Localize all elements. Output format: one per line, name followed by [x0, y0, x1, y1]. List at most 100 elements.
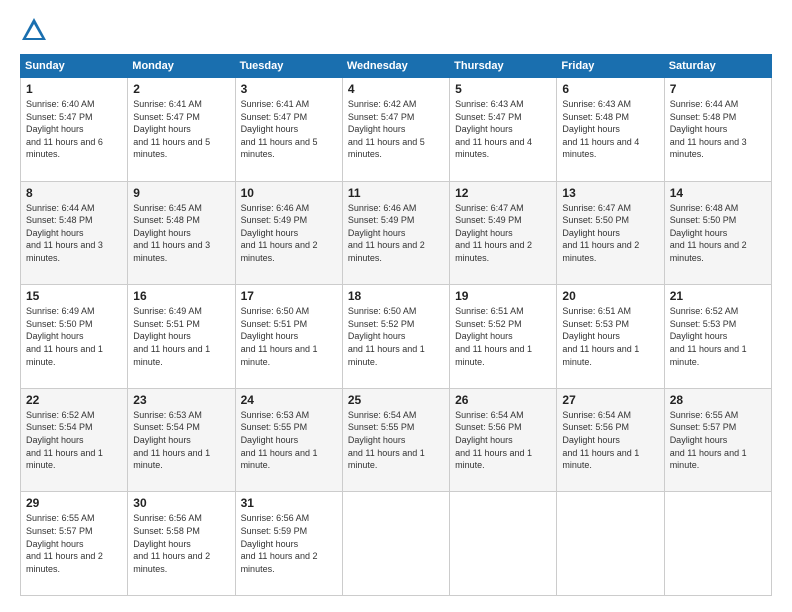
- day-number: 1: [26, 82, 122, 96]
- day-number: 5: [455, 82, 551, 96]
- calendar-cell: 30 Sunrise: 6:56 AMSunset: 5:58 PMDaylig…: [128, 492, 235, 596]
- calendar-cell: 27 Sunrise: 6:54 AMSunset: 5:56 PMDaylig…: [557, 388, 664, 492]
- calendar-cell: 13 Sunrise: 6:47 AMSunset: 5:50 PMDaylig…: [557, 181, 664, 285]
- calendar-cell: 11 Sunrise: 6:46 AMSunset: 5:49 PMDaylig…: [342, 181, 449, 285]
- header: [20, 16, 772, 44]
- week-row-3: 15 Sunrise: 6:49 AMSunset: 5:50 PMDaylig…: [21, 285, 772, 389]
- day-number: 7: [670, 82, 766, 96]
- calendar-cell: 14 Sunrise: 6:48 AMSunset: 5:50 PMDaylig…: [664, 181, 771, 285]
- calendar: SundayMondayTuesdayWednesdayThursdayFrid…: [20, 54, 772, 596]
- logo: [20, 16, 54, 44]
- calendar-cell: 29 Sunrise: 6:55 AMSunset: 5:57 PMDaylig…: [21, 492, 128, 596]
- day-detail: Sunrise: 6:52 AMSunset: 5:53 PMDaylight …: [670, 305, 766, 368]
- calendar-cell: 25 Sunrise: 6:54 AMSunset: 5:55 PMDaylig…: [342, 388, 449, 492]
- day-number: 14: [670, 186, 766, 200]
- day-number: 6: [562, 82, 658, 96]
- day-number: 25: [348, 393, 444, 407]
- day-detail: Sunrise: 6:44 AMSunset: 5:48 PMDaylight …: [26, 202, 122, 265]
- calendar-cell: [450, 492, 557, 596]
- day-detail: Sunrise: 6:40 AMSunset: 5:47 PMDaylight …: [26, 98, 122, 161]
- calendar-cell: 9 Sunrise: 6:45 AMSunset: 5:48 PMDayligh…: [128, 181, 235, 285]
- day-number: 30: [133, 496, 229, 510]
- calendar-cell: 1 Sunrise: 6:40 AMSunset: 5:47 PMDayligh…: [21, 78, 128, 182]
- calendar-cell: 2 Sunrise: 6:41 AMSunset: 5:47 PMDayligh…: [128, 78, 235, 182]
- day-detail: Sunrise: 6:50 AMSunset: 5:51 PMDaylight …: [241, 305, 337, 368]
- day-detail: Sunrise: 6:47 AMSunset: 5:49 PMDaylight …: [455, 202, 551, 265]
- calendar-cell: 21 Sunrise: 6:52 AMSunset: 5:53 PMDaylig…: [664, 285, 771, 389]
- weekday-header-tuesday: Tuesday: [235, 55, 342, 78]
- day-detail: Sunrise: 6:56 AMSunset: 5:59 PMDaylight …: [241, 512, 337, 575]
- week-row-1: 1 Sunrise: 6:40 AMSunset: 5:47 PMDayligh…: [21, 78, 772, 182]
- day-number: 9: [133, 186, 229, 200]
- calendar-cell: 31 Sunrise: 6:56 AMSunset: 5:59 PMDaylig…: [235, 492, 342, 596]
- calendar-cell: 28 Sunrise: 6:55 AMSunset: 5:57 PMDaylig…: [664, 388, 771, 492]
- calendar-cell: 6 Sunrise: 6:43 AMSunset: 5:48 PMDayligh…: [557, 78, 664, 182]
- day-detail: Sunrise: 6:51 AMSunset: 5:52 PMDaylight …: [455, 305, 551, 368]
- calendar-cell: 26 Sunrise: 6:54 AMSunset: 5:56 PMDaylig…: [450, 388, 557, 492]
- calendar-cell: 3 Sunrise: 6:41 AMSunset: 5:47 PMDayligh…: [235, 78, 342, 182]
- weekday-header-saturday: Saturday: [664, 55, 771, 78]
- weekday-header-sunday: Sunday: [21, 55, 128, 78]
- day-number: 19: [455, 289, 551, 303]
- day-detail: Sunrise: 6:52 AMSunset: 5:54 PMDaylight …: [26, 409, 122, 472]
- day-detail: Sunrise: 6:44 AMSunset: 5:48 PMDaylight …: [670, 98, 766, 161]
- day-number: 22: [26, 393, 122, 407]
- weekday-header-thursday: Thursday: [450, 55, 557, 78]
- calendar-cell: 22 Sunrise: 6:52 AMSunset: 5:54 PMDaylig…: [21, 388, 128, 492]
- day-number: 23: [133, 393, 229, 407]
- day-number: 3: [241, 82, 337, 96]
- day-number: 15: [26, 289, 122, 303]
- calendar-cell: 10 Sunrise: 6:46 AMSunset: 5:49 PMDaylig…: [235, 181, 342, 285]
- day-number: 16: [133, 289, 229, 303]
- calendar-cell: 23 Sunrise: 6:53 AMSunset: 5:54 PMDaylig…: [128, 388, 235, 492]
- day-detail: Sunrise: 6:43 AMSunset: 5:48 PMDaylight …: [562, 98, 658, 161]
- week-row-2: 8 Sunrise: 6:44 AMSunset: 5:48 PMDayligh…: [21, 181, 772, 285]
- calendar-cell: 20 Sunrise: 6:51 AMSunset: 5:53 PMDaylig…: [557, 285, 664, 389]
- day-detail: Sunrise: 6:53 AMSunset: 5:54 PMDaylight …: [133, 409, 229, 472]
- day-number: 4: [348, 82, 444, 96]
- page: SundayMondayTuesdayWednesdayThursdayFrid…: [0, 0, 792, 612]
- calendar-cell: 18 Sunrise: 6:50 AMSunset: 5:52 PMDaylig…: [342, 285, 449, 389]
- day-detail: Sunrise: 6:47 AMSunset: 5:50 PMDaylight …: [562, 202, 658, 265]
- calendar-cell: 8 Sunrise: 6:44 AMSunset: 5:48 PMDayligh…: [21, 181, 128, 285]
- day-number: 18: [348, 289, 444, 303]
- day-detail: Sunrise: 6:49 AMSunset: 5:50 PMDaylight …: [26, 305, 122, 368]
- day-number: 31: [241, 496, 337, 510]
- day-detail: Sunrise: 6:55 AMSunset: 5:57 PMDaylight …: [26, 512, 122, 575]
- day-number: 24: [241, 393, 337, 407]
- day-number: 29: [26, 496, 122, 510]
- day-detail: Sunrise: 6:55 AMSunset: 5:57 PMDaylight …: [670, 409, 766, 472]
- weekday-header-row: SundayMondayTuesdayWednesdayThursdayFrid…: [21, 55, 772, 78]
- day-detail: Sunrise: 6:50 AMSunset: 5:52 PMDaylight …: [348, 305, 444, 368]
- day-number: 17: [241, 289, 337, 303]
- day-detail: Sunrise: 6:49 AMSunset: 5:51 PMDaylight …: [133, 305, 229, 368]
- weekday-header-monday: Monday: [128, 55, 235, 78]
- weekday-header-friday: Friday: [557, 55, 664, 78]
- day-number: 21: [670, 289, 766, 303]
- calendar-cell: 16 Sunrise: 6:49 AMSunset: 5:51 PMDaylig…: [128, 285, 235, 389]
- day-number: 27: [562, 393, 658, 407]
- day-detail: Sunrise: 6:41 AMSunset: 5:47 PMDaylight …: [133, 98, 229, 161]
- calendar-cell: [342, 492, 449, 596]
- day-number: 28: [670, 393, 766, 407]
- weekday-header-wednesday: Wednesday: [342, 55, 449, 78]
- calendar-cell: 7 Sunrise: 6:44 AMSunset: 5:48 PMDayligh…: [664, 78, 771, 182]
- day-number: 26: [455, 393, 551, 407]
- calendar-cell: 15 Sunrise: 6:49 AMSunset: 5:50 PMDaylig…: [21, 285, 128, 389]
- day-detail: Sunrise: 6:54 AMSunset: 5:55 PMDaylight …: [348, 409, 444, 472]
- calendar-cell: 4 Sunrise: 6:42 AMSunset: 5:47 PMDayligh…: [342, 78, 449, 182]
- day-number: 8: [26, 186, 122, 200]
- day-number: 12: [455, 186, 551, 200]
- calendar-cell: [557, 492, 664, 596]
- calendar-cell: 17 Sunrise: 6:50 AMSunset: 5:51 PMDaylig…: [235, 285, 342, 389]
- day-detail: Sunrise: 6:45 AMSunset: 5:48 PMDaylight …: [133, 202, 229, 265]
- day-detail: Sunrise: 6:42 AMSunset: 5:47 PMDaylight …: [348, 98, 444, 161]
- day-detail: Sunrise: 6:48 AMSunset: 5:50 PMDaylight …: [670, 202, 766, 265]
- calendar-cell: 24 Sunrise: 6:53 AMSunset: 5:55 PMDaylig…: [235, 388, 342, 492]
- calendar-cell: 19 Sunrise: 6:51 AMSunset: 5:52 PMDaylig…: [450, 285, 557, 389]
- logo-icon: [20, 16, 48, 44]
- week-row-4: 22 Sunrise: 6:52 AMSunset: 5:54 PMDaylig…: [21, 388, 772, 492]
- day-number: 2: [133, 82, 229, 96]
- day-number: 10: [241, 186, 337, 200]
- day-detail: Sunrise: 6:43 AMSunset: 5:47 PMDaylight …: [455, 98, 551, 161]
